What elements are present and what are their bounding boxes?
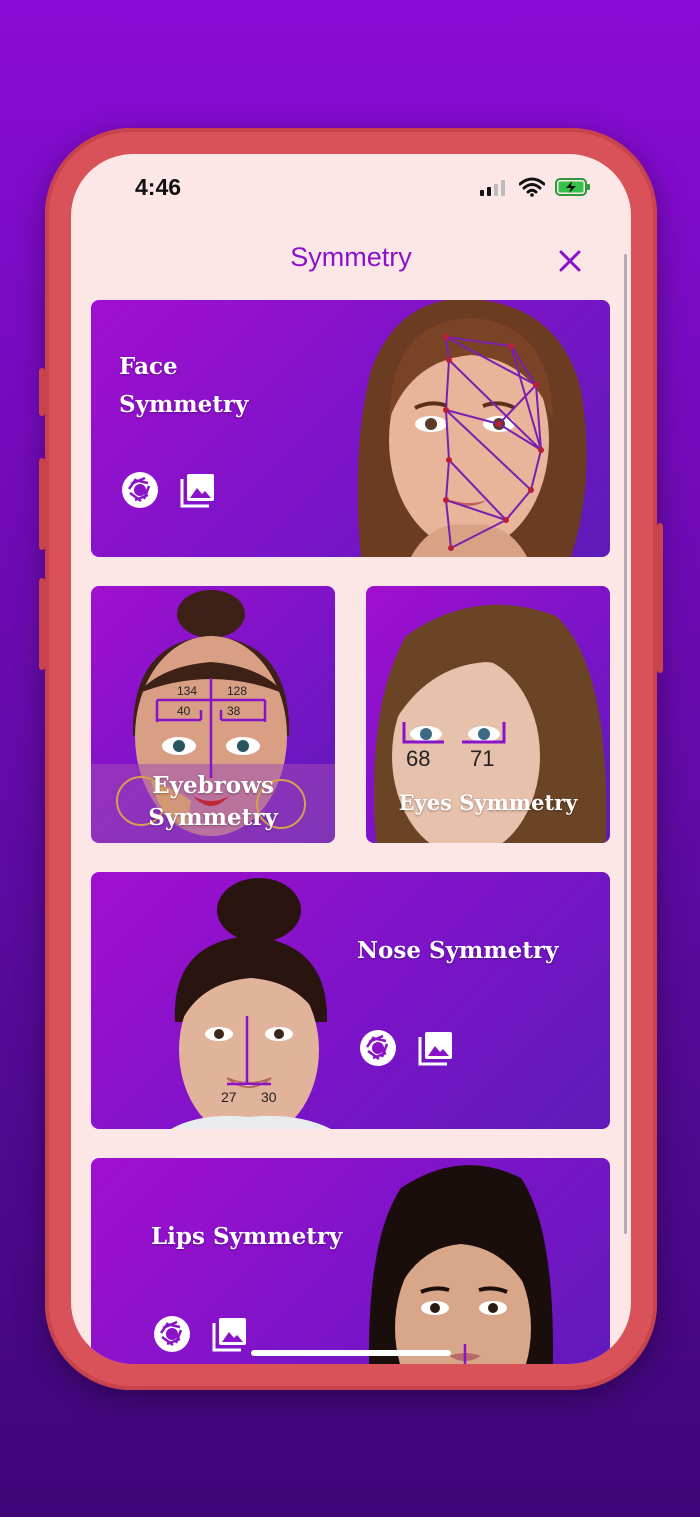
volume-down-button xyxy=(39,578,45,670)
eye-label-71: 71 xyxy=(470,746,494,771)
face-title-line1: Face xyxy=(119,353,178,380)
mute-switch xyxy=(39,368,45,416)
eyes-symmetry-card[interactable]: 68 71 Eyes Symmetry xyxy=(366,586,610,843)
eyebrows-title-line2: Symmetry xyxy=(148,804,278,831)
phone-frame: 4:46 Symmetry Face Symmetry 134 128 40 3… xyxy=(39,128,663,1390)
power-button xyxy=(657,523,663,673)
eyebrow-label-38: 38 xyxy=(227,704,241,718)
camera-aperture-icon[interactable] xyxy=(153,1315,191,1353)
face-card-title: Face Symmetry xyxy=(119,348,248,424)
gallery-icon[interactable] xyxy=(417,1029,455,1067)
face-symmetry-card[interactable]: Face Symmetry xyxy=(91,300,610,557)
nav-header: Symmetry xyxy=(71,242,631,282)
volume-up-button xyxy=(39,458,45,550)
gallery-icon[interactable] xyxy=(179,471,217,509)
status-bar: 4:46 xyxy=(71,154,631,224)
camera-aperture-icon[interactable] xyxy=(121,471,159,509)
lips-symmetry-card[interactable]: Lips Symmetry xyxy=(91,1158,610,1364)
lips-portrait-image xyxy=(369,1165,553,1364)
nose-symmetry-card[interactable]: 27 30 Nose Symmetry xyxy=(91,872,610,1129)
face-portrait-image xyxy=(357,300,587,557)
wifi-icon xyxy=(519,177,545,197)
scrollbar[interactable] xyxy=(624,254,627,1234)
nose-label-30: 30 xyxy=(261,1089,277,1105)
eyebrows-card-title: Eyebrows Symmetry xyxy=(91,770,335,834)
eye-label-68: 68 xyxy=(406,746,430,771)
face-title-line2: Symmetry xyxy=(119,391,249,418)
eyebrow-label-128: 128 xyxy=(227,684,247,698)
page-title: Symmetry xyxy=(290,242,412,272)
eyebrows-symmetry-card[interactable]: 134 128 40 38 Eyebrows Symmetry xyxy=(91,586,335,843)
app-screen: 4:46 Symmetry Face Symmetry 134 128 40 3… xyxy=(71,154,631,1364)
camera-aperture-icon[interactable] xyxy=(359,1029,397,1067)
nose-label-27: 27 xyxy=(221,1089,237,1105)
eyebrow-label-40: 40 xyxy=(177,704,191,718)
nose-card-title: Nose Symmetry xyxy=(357,937,559,964)
battery-charging-icon xyxy=(555,178,590,196)
cellular-signal-icon xyxy=(480,180,505,196)
home-indicator[interactable] xyxy=(251,1350,451,1356)
close-icon[interactable] xyxy=(555,246,585,276)
status-time: 4:46 xyxy=(135,174,182,200)
eyebrow-label-134: 134 xyxy=(177,684,197,698)
nose-portrait-image: 27 30 xyxy=(171,878,331,1129)
eyebrows-title-line1: Eyebrows xyxy=(152,772,274,799)
eyes-card-title: Eyes Symmetry xyxy=(398,790,578,815)
lips-card-title: Lips Symmetry xyxy=(151,1223,343,1250)
gallery-icon[interactable] xyxy=(211,1315,249,1353)
